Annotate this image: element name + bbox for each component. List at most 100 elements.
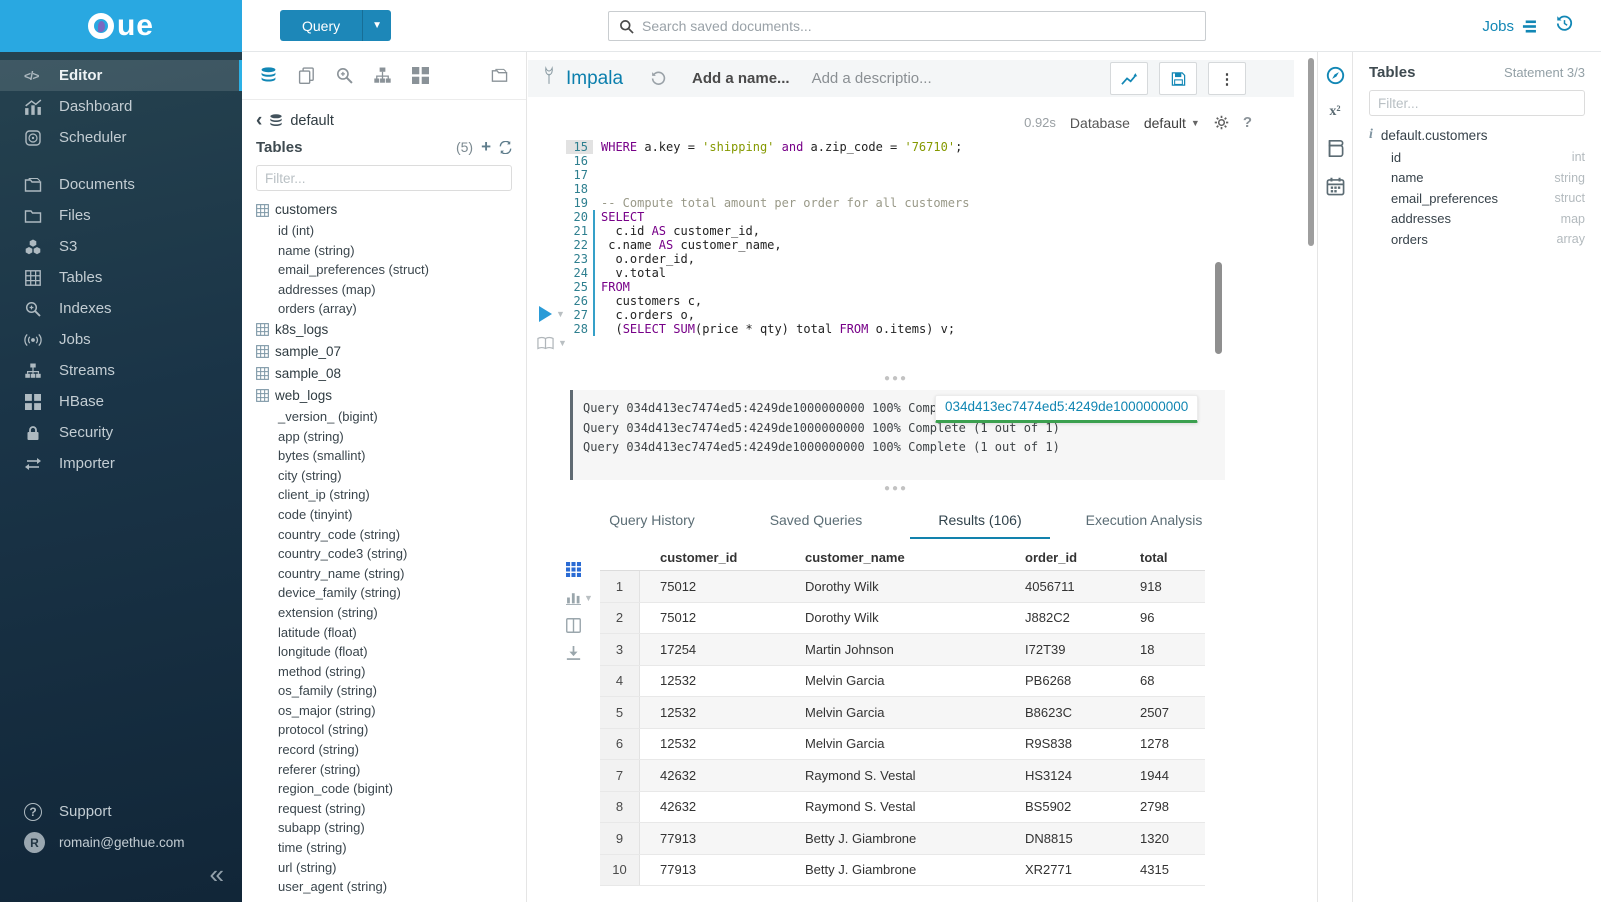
assist-filter-input[interactable] [1369,90,1585,116]
jobs-link[interactable]: Jobs [1482,18,1536,35]
dictionary-book-icon[interactable] [537,336,554,350]
column-item[interactable]: time (string) [256,838,512,858]
code-line[interactable]: 24 v.total [566,266,1266,280]
add-table-icon[interactable]: + [481,137,491,157]
tab-results-106-[interactable]: Results (106) [898,504,1062,539]
column-header[interactable]: total [1120,550,1205,565]
column-item[interactable]: bytes (smallint) [256,446,512,466]
column-item[interactable]: url (string) [256,858,512,878]
tables-filter-input[interactable] [256,165,512,191]
column-item[interactable]: extension (string) [256,603,512,623]
log-resize-handle[interactable]: ●●● [566,375,1226,383]
grid-view-icon[interactable] [566,562,593,577]
column-item[interactable]: code (tinyint) [256,505,512,525]
language-reference-icon[interactable] [1326,139,1345,158]
code-line[interactable]: 17 [566,168,1266,182]
code-line[interactable]: 22 c.name AS customer_name, [566,238,1266,252]
tab-execution-analysis[interactable]: Execution Analysis [1062,504,1226,539]
back-chevron-icon[interactable]: ‹ [256,114,262,128]
sidebar-item-editor[interactable]: </>Editor [0,60,242,91]
column-item[interactable]: device_family (string) [256,583,512,603]
assist-column-item[interactable]: namestring [1391,168,1585,189]
column-item[interactable]: latitude (float) [256,623,512,643]
sidebar-item-importer[interactable]: Importer [0,448,242,479]
code-line[interactable]: 18 [566,182,1266,196]
column-item[interactable]: id (int) [256,221,512,241]
column-header[interactable]: order_id [1005,550,1120,565]
sidebar-item-jobs[interactable]: Jobs [0,324,242,355]
table-row[interactable]: 175012Dorothy Wilk4056711918 [600,571,1205,603]
chart-type-caret[interactable]: ▼ [584,593,593,603]
table-item[interactable]: web_logs [256,385,512,407]
active-table-row[interactable]: i default.customers [1369,127,1585,143]
sidebar-item-tables[interactable]: Tables [0,262,242,293]
chart-button[interactable] [1110,62,1148,95]
table-item[interactable]: k8s_logs [256,319,512,341]
assist-column-item[interactable]: ordersarray [1391,229,1585,250]
column-item[interactable]: subapp (string) [256,818,512,838]
refresh-icon[interactable] [499,141,512,154]
column-item[interactable]: country_code3 (string) [256,544,512,564]
sql-editor[interactable]: 15WHERE a.key = 'shipping' and a.zip_cod… [566,140,1266,336]
code-line[interactable]: 16 [566,154,1266,168]
sidebar-item-hbase[interactable]: HBase [0,386,242,417]
query-id-link[interactable]: 034d413ec7474ed5:4249de1000000000 [945,399,1188,414]
sidebar-item-support[interactable]: ? Support [0,796,242,827]
query-history-icon[interactable] [651,71,666,86]
column-item[interactable]: city (string) [256,466,512,486]
table-row[interactable]: 275012Dorothy WilkJ882C296 [600,603,1205,635]
functions-icon[interactable]: x² [1329,104,1340,120]
search-input[interactable] [642,18,1205,34]
column-item[interactable]: app (string) [256,427,512,447]
editor-scrollbar[interactable] [1215,262,1222,354]
panel-scrollbar[interactable] [1308,58,1314,246]
save-button[interactable] [1159,62,1197,95]
documents-copy-icon[interactable] [298,67,315,84]
column-item[interactable]: country_name (string) [256,564,512,584]
schedule-calendar-icon[interactable] [1326,177,1345,196]
column-item[interactable]: record (string) [256,740,512,760]
code-line[interactable]: 19-- Compute total amount per order for … [566,196,1266,210]
column-item[interactable]: name (string) [256,241,512,261]
column-item[interactable]: region_code (bigint) [256,779,512,799]
column-item[interactable]: method (string) [256,662,512,682]
sidebar-item-files[interactable]: Files [0,200,242,231]
download-icon[interactable] [566,646,593,661]
tab-saved-queries[interactable]: Saved Queries [734,504,898,539]
help-button[interactable]: ? [1243,114,1252,131]
column-item[interactable]: request (string) [256,799,512,819]
sidebar-item-s3[interactable]: S3 [0,231,242,262]
code-line[interactable]: 26 customers c, [566,294,1266,308]
sidebar-item-documents[interactable]: Documents [0,169,242,200]
apps-grid-icon[interactable] [412,67,429,84]
zoom-in-icon[interactable] [336,67,353,84]
query-dropdown-caret[interactable]: ▼ [362,10,391,41]
document-search[interactable] [608,11,1206,41]
columns-view-icon[interactable] [566,618,593,633]
more-options-button[interactable]: ⋮ [1208,62,1246,95]
open-folder-icon[interactable] [491,67,508,84]
history-icon[interactable] [1556,15,1573,37]
tab-query-history[interactable]: Query History [570,504,734,539]
column-item[interactable]: _version_ (bigint) [256,407,512,427]
column-item[interactable]: protocol (string) [256,720,512,740]
tables-filter[interactable] [256,165,512,191]
sidebar-collapse-button[interactable]: « [210,864,224,884]
sidebar-item-streams[interactable]: Streams [0,355,242,386]
chart-view-icon[interactable]: ▼ [566,590,593,605]
code-line[interactable]: 15WHERE a.key = 'shipping' and a.zip_cod… [566,140,1266,154]
assist-column-item[interactable]: idint [1391,147,1585,168]
hue-logo[interactable]: ue [0,0,242,52]
code-line[interactable]: 21 c.id AS customer_id, [566,224,1266,238]
execute-play-button[interactable] [539,306,552,322]
results-resize-handle[interactable]: ●●● [566,485,1226,493]
table-row[interactable]: 612532Melvin GarciaR9S8381278 [600,729,1205,761]
code-line[interactable]: 25FROM [566,280,1266,294]
column-item[interactable]: os_family (string) [256,681,512,701]
column-item[interactable]: email_preferences (struct) [256,260,512,280]
sidebar-item-security[interactable]: Security [0,417,242,448]
table-item[interactable]: sample_07 [256,341,512,363]
sidebar-item-indexes[interactable]: Indexes [0,293,242,324]
database-name[interactable]: default [290,113,334,129]
database-icon[interactable] [260,67,277,84]
